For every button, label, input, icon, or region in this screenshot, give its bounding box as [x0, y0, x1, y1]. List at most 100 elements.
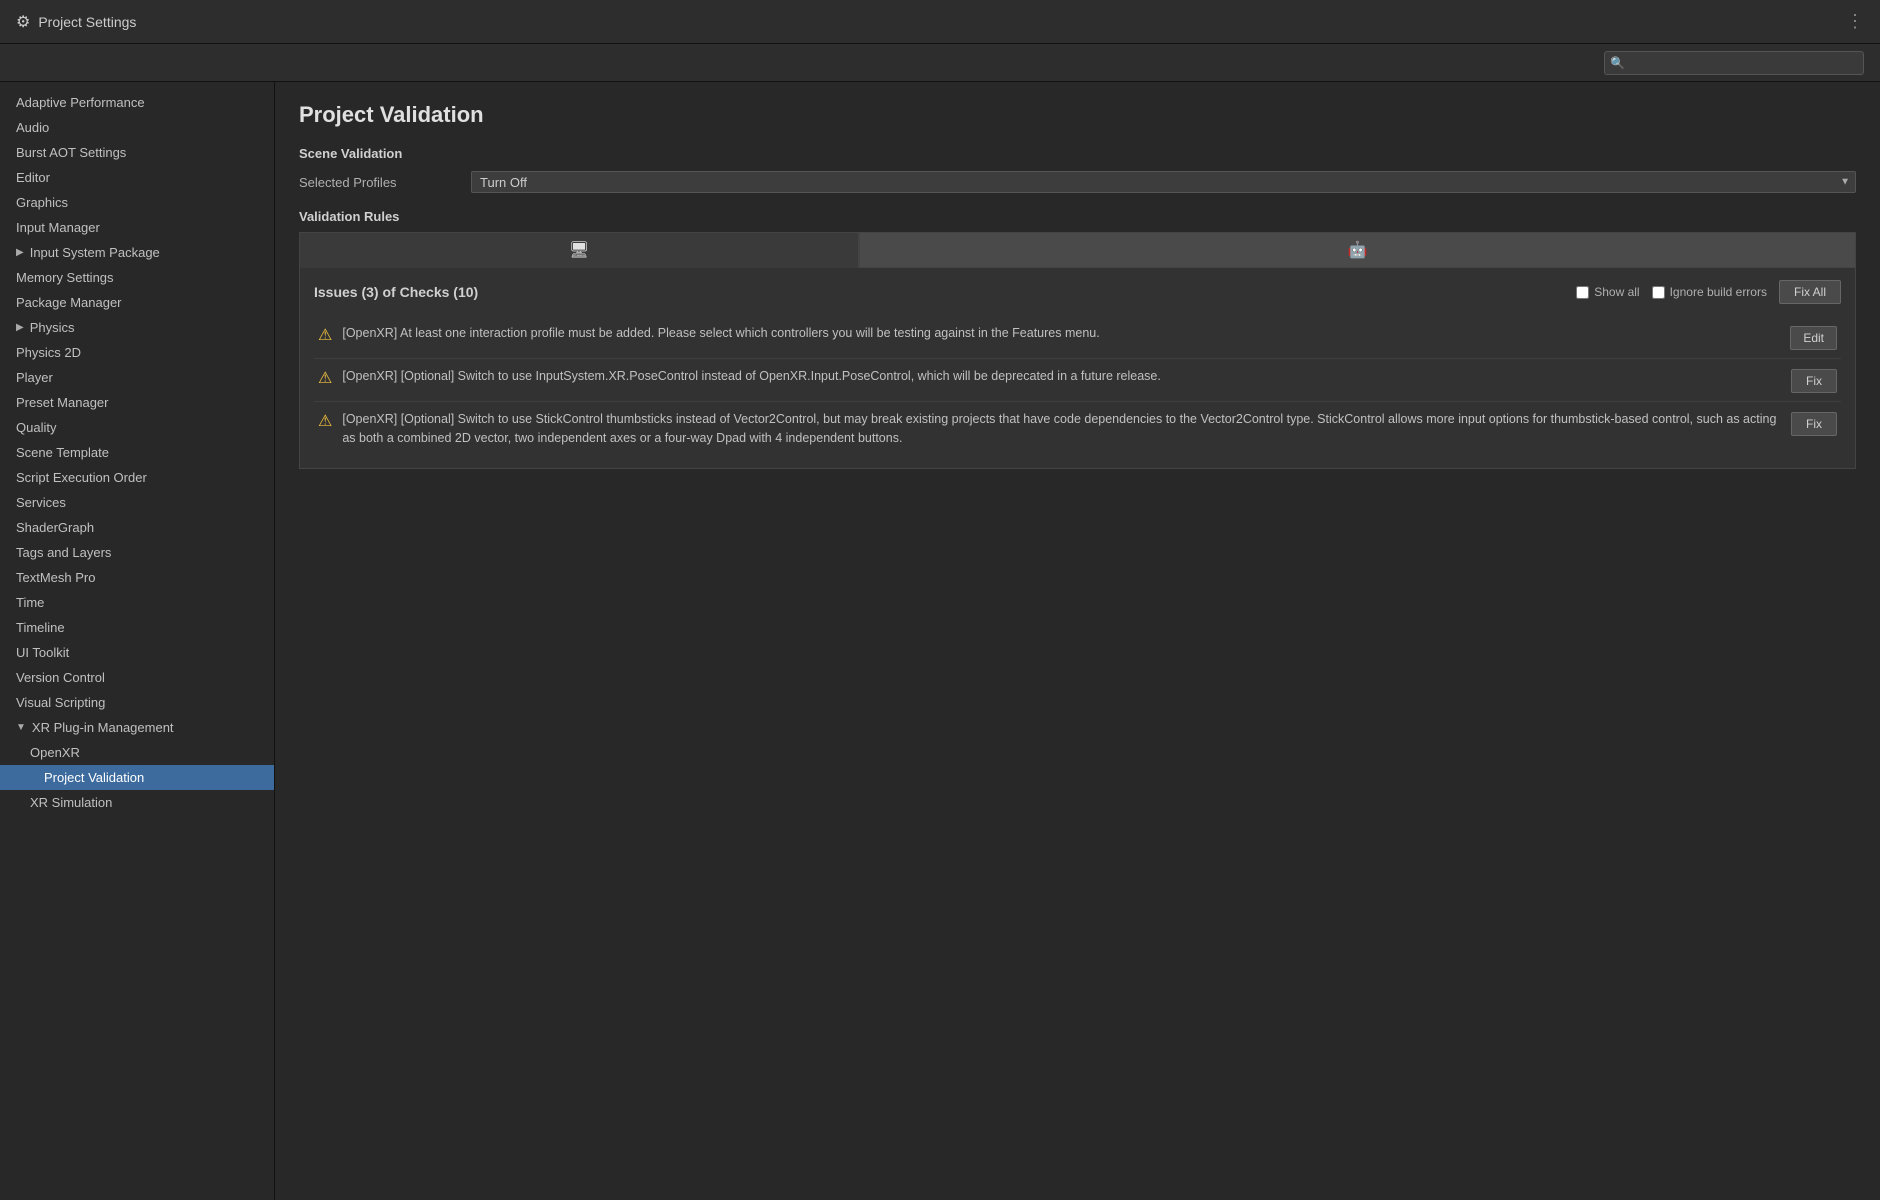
- sidebar-item-label: Package Manager: [16, 295, 122, 310]
- window-title: Project Settings: [38, 14, 136, 30]
- platform-tabs: 🖥🤖: [299, 232, 1856, 268]
- issue-text: [OpenXR] [Optional] Switch to use InputS…: [342, 367, 1781, 386]
- sidebar-item-label: Time: [16, 595, 44, 610]
- sidebar-item-adaptive-performance[interactable]: Adaptive Performance: [0, 90, 274, 115]
- warning-icon: ⚠: [318, 411, 332, 431]
- sidebar-item-version-control[interactable]: Version Control: [0, 665, 274, 690]
- issue-text: [OpenXR] At least one interaction profil…: [342, 324, 1780, 343]
- sidebar-item-package-manager[interactable]: Package Manager: [0, 290, 274, 315]
- sidebar-item-preset-manager[interactable]: Preset Manager: [0, 390, 274, 415]
- sidebar-item-label: Input Manager: [16, 220, 100, 235]
- sidebar-item-shader-graph[interactable]: ShaderGraph: [0, 515, 274, 540]
- ignore-build-errors-wrap: Ignore build errors: [1652, 285, 1767, 299]
- tab-android[interactable]: 🤖: [859, 232, 1856, 268]
- sidebar-item-label: Visual Scripting: [16, 695, 105, 710]
- sidebar-item-label: UI Toolkit: [16, 645, 69, 660]
- sidebar-item-xr-plug-in-management[interactable]: ▼ XR Plug-in Management: [0, 715, 274, 740]
- search-input-wrap: 🔍: [1604, 51, 1864, 75]
- sidebar-item-label: Version Control: [16, 670, 105, 685]
- sidebar-item-input-manager[interactable]: Input Manager: [0, 215, 274, 240]
- searchbar: 🔍: [0, 44, 1880, 82]
- sidebar-item-label: Preset Manager: [16, 395, 109, 410]
- sidebar-item-xr-simulation[interactable]: XR Simulation: [0, 790, 274, 815]
- content-area: Project Validation Scene Validation Sele…: [275, 82, 1880, 1200]
- sidebar-item-scene-template[interactable]: Scene Template: [0, 440, 274, 465]
- sidebar-item-textmesh-pro[interactable]: TextMesh Pro: [0, 565, 274, 590]
- sidebar-item-label: Timeline: [16, 620, 65, 635]
- issues-header: Issues (3) of Checks (10) Show all Ignor…: [314, 280, 1841, 304]
- sidebar-item-quality[interactable]: Quality: [0, 415, 274, 440]
- sidebar-item-label: Adaptive Performance: [16, 95, 145, 110]
- sidebar-item-label: Player: [16, 370, 53, 385]
- sidebar-item-graphics[interactable]: Graphics: [0, 190, 274, 215]
- triangle-icon: ▶: [16, 247, 24, 258]
- search-icon: 🔍: [1610, 56, 1625, 70]
- sidebar-item-label: Tags and Layers: [16, 545, 111, 560]
- edit-button[interactable]: Edit: [1790, 326, 1837, 350]
- sidebar-item-audio[interactable]: Audio: [0, 115, 274, 140]
- show-all-label: Show all: [1594, 285, 1639, 299]
- selected-profiles-row: Selected Profiles Turn OffOption 1Option…: [299, 171, 1856, 193]
- sidebar-item-burst-aot-settings[interactable]: Burst AOT Settings: [0, 140, 274, 165]
- sidebar-item-label: ShaderGraph: [16, 520, 94, 535]
- warning-icon: ⚠: [318, 325, 332, 345]
- sidebar-item-label: OpenXR: [30, 745, 80, 760]
- sidebar-item-label: Scene Template: [16, 445, 109, 460]
- issues-panel: Issues (3) of Checks (10) Show all Ignor…: [299, 268, 1856, 469]
- sidebar-item-label: Physics: [30, 320, 75, 335]
- sidebar-item-label: Graphics: [16, 195, 68, 210]
- selected-profiles-dropdown[interactable]: Turn OffOption 1Option 2: [471, 171, 1856, 193]
- sidebar-item-physics-2d[interactable]: Physics 2D: [0, 340, 274, 365]
- ignore-build-errors-label: Ignore build errors: [1670, 285, 1767, 299]
- issue-text: [OpenXR] [Optional] Switch to use StickC…: [342, 410, 1781, 448]
- sidebar-item-label: Quality: [16, 420, 56, 435]
- sidebar-item-physics[interactable]: ▶ Physics: [0, 315, 274, 340]
- validation-rules-label: Validation Rules: [299, 209, 1856, 224]
- sidebar-item-label: XR Simulation: [30, 795, 112, 810]
- sidebar-item-ui-toolkit[interactable]: UI Toolkit: [0, 640, 274, 665]
- tab-desktop[interactable]: 🖥: [299, 232, 859, 268]
- sidebar-item-time[interactable]: Time: [0, 590, 274, 615]
- sidebar-item-input-system-package[interactable]: ▶ Input System Package: [0, 240, 274, 265]
- sidebar-item-tags-and-layers[interactable]: Tags and Layers: [0, 540, 274, 565]
- fix-all-button[interactable]: Fix All: [1779, 280, 1841, 304]
- triangle-icon: ▼: [16, 722, 26, 733]
- sidebar-item-visual-scripting[interactable]: Visual Scripting: [0, 690, 274, 715]
- fix-button[interactable]: Fix: [1791, 369, 1837, 393]
- issues-title: Issues (3) of Checks (10): [314, 284, 1564, 300]
- issue-row: ⚠ [OpenXR] [Optional] Switch to use Stick…: [314, 402, 1841, 456]
- sidebar: Adaptive Performance Audio Burst AOT Setti…: [0, 82, 275, 1200]
- sidebar-item-label: Memory Settings: [16, 270, 114, 285]
- triangle-icon: ▶: [16, 322, 24, 333]
- page-title: Project Validation: [299, 102, 1856, 128]
- sidebar-item-label: Physics 2D: [16, 345, 81, 360]
- sidebar-item-services[interactable]: Services: [0, 490, 274, 515]
- scene-validation-label: Scene Validation: [299, 146, 1856, 161]
- sidebar-item-editor[interactable]: Editor: [0, 165, 274, 190]
- gear-icon: ⚙: [16, 12, 30, 32]
- sidebar-item-label: Script Execution Order: [16, 470, 147, 485]
- sidebar-item-label: TextMesh Pro: [16, 570, 95, 585]
- sidebar-item-script-execution-order[interactable]: Script Execution Order: [0, 465, 274, 490]
- sidebar-item-player[interactable]: Player: [0, 365, 274, 390]
- sidebar-item-timeline[interactable]: Timeline: [0, 615, 274, 640]
- sidebar-item-openxr[interactable]: OpenXR: [0, 740, 274, 765]
- sidebar-item-label: Input System Package: [30, 245, 160, 260]
- issue-row: ⚠ [OpenXR] At least one interaction profi…: [314, 316, 1841, 359]
- sidebar-item-memory-settings[interactable]: Memory Settings: [0, 265, 274, 290]
- sidebar-item-label: XR Plug-in Management: [32, 720, 174, 735]
- sidebar-item-project-validation[interactable]: Project Validation: [0, 765, 274, 790]
- sidebar-item-label: Audio: [16, 120, 49, 135]
- show-all-wrap: Show all: [1576, 285, 1639, 299]
- sidebar-item-label: Burst AOT Settings: [16, 145, 126, 160]
- titlebar-left: ⚙ Project Settings: [16, 12, 136, 32]
- selected-profiles-label: Selected Profiles: [299, 175, 459, 190]
- show-all-checkbox[interactable]: [1576, 286, 1589, 299]
- issues-list: ⚠ [OpenXR] At least one interaction profi…: [314, 316, 1841, 456]
- menu-icon[interactable]: ⋮: [1846, 11, 1864, 32]
- search-input[interactable]: [1604, 51, 1864, 75]
- issue-row: ⚠[OpenXR] [Optional] Switch to use Input…: [314, 359, 1841, 402]
- ignore-build-errors-checkbox[interactable]: [1652, 286, 1665, 299]
- sidebar-item-label: Editor: [16, 170, 50, 185]
- fix-button[interactable]: Fix: [1791, 412, 1837, 436]
